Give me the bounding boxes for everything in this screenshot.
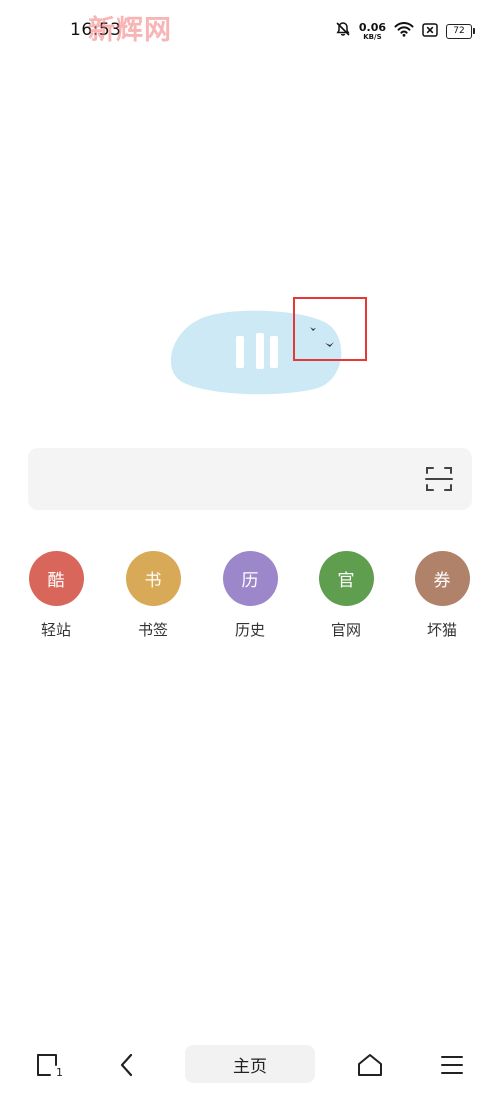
- watermark: 新辉网: [88, 15, 172, 46]
- back-icon: [120, 1053, 133, 1077]
- net-speed-unit: KB/S: [363, 32, 382, 41]
- bottom-nav: 1 主页: [0, 1031, 500, 1111]
- quick-link-label: 官网: [330, 621, 361, 639]
- browser-home-screen: 16:53 新辉网 0.06 KB/S 72 酷 轻站 书 书签 历 历史 官 …: [0, 0, 500, 1111]
- scan-button[interactable]: [424, 464, 454, 494]
- status-bar: 16:53 新辉网 0.06 KB/S 72: [0, 0, 500, 62]
- quick-link-bookmarks[interactable]: 书 书签: [113, 551, 193, 640]
- quick-link-label: 轻站: [40, 621, 71, 639]
- back-button[interactable]: [107, 1045, 147, 1085]
- quick-link-icon: 酷: [28, 551, 84, 606]
- battery-icon: 72: [446, 23, 475, 39]
- pause-bar: [270, 336, 278, 368]
- home-button[interactable]: [350, 1045, 390, 1085]
- quick-link-qingzhan[interactable]: 酷 轻站: [16, 551, 96, 640]
- quick-link-official[interactable]: 官 官网: [306, 551, 386, 640]
- home-icon: [358, 1054, 382, 1076]
- status-icons: 0.06 KB/S 72: [335, 20, 475, 42]
- quick-link-icon: 券: [414, 551, 470, 606]
- scan-icon: [425, 467, 453, 491]
- quick-link-icon: 官: [318, 551, 374, 606]
- menu-icon: [441, 1056, 463, 1074]
- highlight-box: [293, 297, 367, 361]
- pause-bar: [236, 336, 244, 368]
- net-speed: 0.06 KB/S: [359, 22, 386, 41]
- quick-link-history[interactable]: 历 历史: [210, 551, 290, 640]
- wifi-icon: [394, 21, 414, 41]
- home-tab-pill[interactable]: 主页: [185, 1045, 315, 1083]
- quick-link-label: 历史: [234, 621, 265, 639]
- pause-bar: [256, 333, 264, 369]
- bell-muted-icon: [335, 21, 351, 41]
- quick-link-label: 坏猫: [426, 621, 457, 639]
- quick-link-icon: 书: [125, 551, 181, 606]
- quick-link-icon: 历: [222, 551, 278, 606]
- quick-link-label: 书签: [137, 621, 168, 639]
- menu-button[interactable]: [432, 1045, 472, 1085]
- quick-link-huaimao[interactable]: 券 坏猫: [402, 551, 482, 640]
- tab-count: 1: [56, 1066, 63, 1079]
- sim-x-icon: [422, 22, 438, 41]
- search-input[interactable]: [44, 448, 428, 512]
- tabs-button[interactable]: 1: [28, 1045, 68, 1085]
- search-bar[interactable]: [28, 448, 472, 512]
- net-speed-value: 0.06: [358, 20, 386, 34]
